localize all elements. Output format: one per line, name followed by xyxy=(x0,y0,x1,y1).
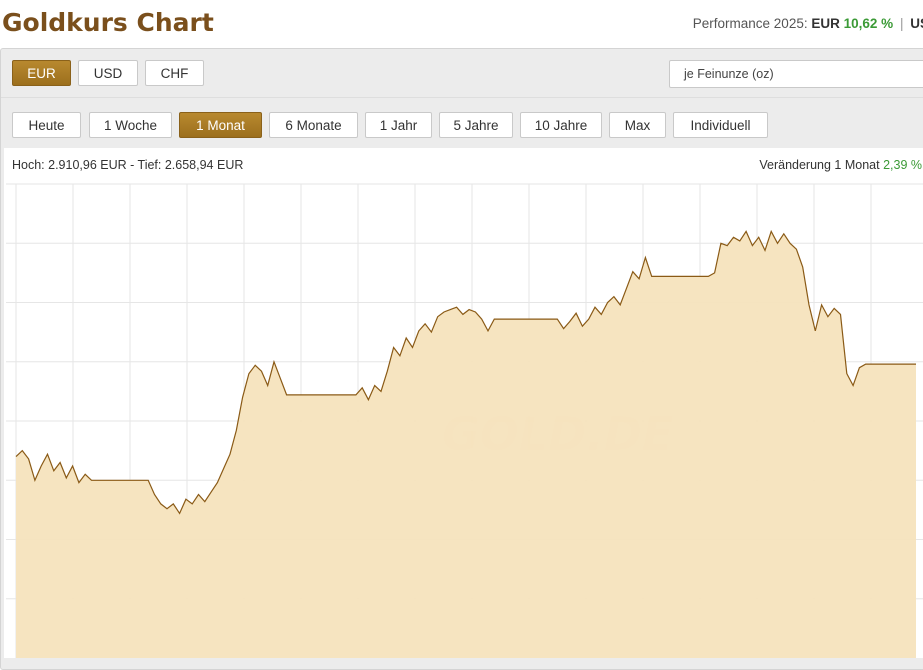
currency-tab-eur[interactable]: EUR xyxy=(12,60,71,86)
range-tab-1-monat[interactable]: 1 Monat xyxy=(179,112,262,138)
performance-separator: | xyxy=(899,16,904,31)
range-tab-1-woche[interactable]: 1 Woche xyxy=(89,112,172,138)
range-tab-max[interactable]: Max xyxy=(609,112,666,138)
range-toolbar: Heute 1 Woche 1 Monat 6 Monate 1 Jahr 5 … xyxy=(1,101,923,147)
range-tab-6-monate[interactable]: 6 Monate xyxy=(269,112,358,138)
range-tab-heute[interactable]: Heute xyxy=(12,112,81,138)
unit-select[interactable]: je Feinunze (oz) xyxy=(669,60,923,88)
range-tab-individuell[interactable]: Individuell xyxy=(673,112,768,138)
currency-tab-chf[interactable]: CHF xyxy=(145,60,204,86)
range-tab-5-jahre[interactable]: 5 Jahre xyxy=(439,112,513,138)
performance-label: Performance 2025: xyxy=(692,16,808,31)
page-title: Goldkurs Chart xyxy=(2,8,214,37)
chart-area: Hoch: 2.910,96 EUR - Tief: 2.658,94 EUR … xyxy=(4,148,923,658)
performance-next-currency: US xyxy=(910,16,923,31)
currency-toolbar: EUR USD CHF je Feinunze (oz) xyxy=(1,49,923,98)
performance-value: 10,62 % xyxy=(843,16,894,31)
range-tab-1-jahr[interactable]: 1 Jahr xyxy=(365,112,432,138)
performance-summary: Performance 2025: EUR 10,62 % | US xyxy=(693,16,923,31)
price-area-fill xyxy=(16,231,916,658)
currency-tab-usd[interactable]: USD xyxy=(78,60,138,86)
gold-price-chart[interactable]: GOLD.DE xyxy=(4,148,923,658)
performance-currency: EUR xyxy=(811,16,840,31)
range-tab-10-jahre[interactable]: 10 Jahre xyxy=(520,112,602,138)
